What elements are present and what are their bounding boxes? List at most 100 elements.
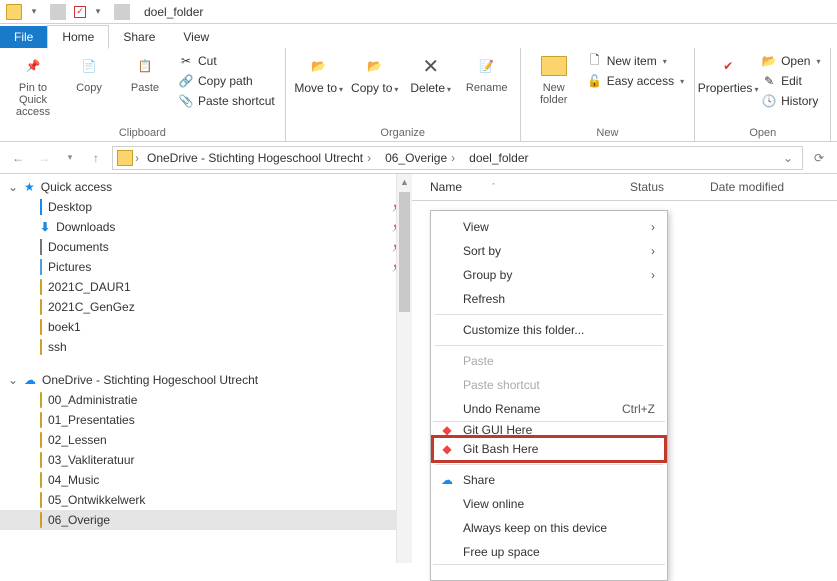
view-tab[interactable]: View <box>169 26 223 48</box>
collapse-icon[interactable]: ⌄ <box>8 180 18 194</box>
qat-checkbox-icon[interactable]: ✓ <box>74 6 86 18</box>
item-label: boek1 <box>48 320 81 334</box>
nav-item[interactable]: ⬇Downloads📌 <box>0 217 412 237</box>
rename-icon: 📝 <box>473 52 501 80</box>
menu-share[interactable]: ☁Share <box>433 468 665 492</box>
nav-item[interactable]: 02_Lessen <box>0 430 412 450</box>
item-label: 01_Presentaties <box>48 413 135 427</box>
menu-git-bash[interactable]: ◆Git Bash Here <box>433 437 665 461</box>
copy-to-icon: 📂 <box>361 52 389 80</box>
nav-item[interactable]: 2021C_DAUR1 <box>0 277 412 297</box>
menu-view-online[interactable]: View online <box>433 492 665 516</box>
menu-refresh[interactable]: Refresh <box>433 287 665 311</box>
properties-button[interactable]: ✔ Properties▾ <box>703 52 753 95</box>
home-tab[interactable]: Home <box>47 25 109 49</box>
item-label: ssh <box>48 340 67 354</box>
move-icon: 📂 <box>305 52 333 80</box>
move-to-button[interactable]: 📂 Move to▾ <box>294 52 344 95</box>
window-title: doel_folder <box>140 5 203 19</box>
nav-item[interactable]: 01_Presentaties <box>0 410 412 430</box>
new-folder-button[interactable]: New folder <box>529 52 579 106</box>
nav-item[interactable]: ssh <box>0 337 412 357</box>
delete-icon: ✕ <box>417 52 445 80</box>
scroll-up-icon[interactable]: ▲ <box>397 174 412 190</box>
delete-button[interactable]: ✕ Delete▾ <box>406 52 456 95</box>
menu-view[interactable]: View› <box>433 215 665 239</box>
scroll-thumb[interactable] <box>399 192 410 312</box>
copy-path-button[interactable]: 🔗Copy path <box>176 72 277 90</box>
copy-button[interactable]: 📄 Copy <box>64 52 114 94</box>
menu-free-up[interactable]: Free up space <box>433 540 665 564</box>
nav-item[interactable]: 04_Music <box>0 470 412 490</box>
collapse-icon[interactable]: ⌄ <box>8 373 18 387</box>
address-dropdown-icon[interactable]: ⌄ <box>778 151 798 165</box>
scrollbar[interactable]: ▲ <box>396 174 412 563</box>
cut-button[interactable]: ✂Cut <box>176 52 277 70</box>
forward-button[interactable]: → <box>34 148 54 168</box>
menu-customize[interactable]: Customize this folder... <box>433 318 665 342</box>
cloud-icon: ☁ <box>24 373 36 387</box>
menu-git-gui[interactable]: ◆Git GUI Here <box>433 421 665 437</box>
item-label: Desktop <box>48 200 92 214</box>
breadcrumb[interactable]: › OneDrive - Stichting Hogeschool Utrech… <box>112 146 803 170</box>
menu-undo-rename[interactable]: Undo RenameCtrl+Z <box>433 397 665 421</box>
menu-paste-shortcut: Paste shortcut <box>433 373 665 397</box>
folder-icon <box>40 493 42 507</box>
menu-always-keep[interactable]: Always keep on this device <box>433 516 665 540</box>
edit-button[interactable]: ✎Edit <box>759 72 822 90</box>
nav-item[interactable]: 00_Administratie <box>0 390 412 410</box>
nav-item[interactable]: 2021C_GenGez <box>0 297 412 317</box>
column-date[interactable]: Date modified <box>710 180 819 194</box>
qat-dropdown2-icon[interactable]: ▾ <box>90 4 106 20</box>
group-label: Organize <box>380 125 425 139</box>
breadcrumb-segment[interactable]: OneDrive - Stichting Hogeschool Utrecht› <box>141 151 377 165</box>
nav-item[interactable]: 06_Overige <box>0 510 412 530</box>
new-item-button[interactable]: 🗋New item▾ <box>585 52 686 70</box>
copy-to-button[interactable]: 📂 Copy to▾ <box>350 52 400 95</box>
pin-quick-access-button[interactable]: 📌 Pin to Quick access <box>8 52 58 118</box>
easy-access-button[interactable]: 🔓Easy access▾ <box>585 72 686 90</box>
nav-item[interactable]: Desktop📌 <box>0 197 412 217</box>
menu-sort-by[interactable]: Sort by› <box>433 239 665 263</box>
quick-access-section[interactable]: ⌄ ★ Quick access <box>0 174 412 197</box>
scissors-icon: ✂ <box>178 53 194 69</box>
shortcut-icon: 📎 <box>178 93 194 109</box>
folder-icon <box>40 453 42 467</box>
rename-button[interactable]: 📝 Rename <box>462 52 512 94</box>
section-label: Quick access <box>41 180 112 194</box>
refresh-button[interactable]: ⟳ <box>809 151 829 165</box>
chevron-right-icon: › <box>651 268 655 282</box>
back-button[interactable]: ← <box>8 148 28 168</box>
paste-button[interactable]: 📋 Paste <box>120 52 170 94</box>
nav-item[interactable]: 05_Ontwikkelwerk <box>0 490 412 510</box>
breadcrumb-segment[interactable]: doel_folder <box>463 151 534 165</box>
menu-overflow <box>433 564 665 576</box>
share-tab[interactable]: Share <box>109 26 169 48</box>
nav-item[interactable]: Documents📌 <box>0 237 412 257</box>
paste-shortcut-button[interactable]: 📎Paste shortcut <box>176 92 277 110</box>
item-label: 06_Overige <box>48 513 110 527</box>
chevron-right-icon: › <box>651 244 655 258</box>
column-status[interactable]: Status <box>630 180 710 194</box>
item-label: 05_Ontwikkelwerk <box>48 493 145 507</box>
item-icon: ⬇ <box>40 220 50 234</box>
item-icon <box>40 320 42 334</box>
history-button[interactable]: 🕓History <box>759 92 822 110</box>
nav-item[interactable]: Pictures📌 <box>0 257 412 277</box>
folder-icon <box>40 393 42 407</box>
breadcrumb-segment[interactable]: 06_Overige› <box>379 151 461 165</box>
new-item-icon: 🗋 <box>587 53 603 69</box>
up-button[interactable]: ↑ <box>86 148 106 168</box>
recent-dropdown[interactable]: ▾ <box>60 148 80 168</box>
qat-dropdown-icon[interactable]: ▾ <box>26 4 42 20</box>
menu-group-by[interactable]: Group by› <box>433 263 665 287</box>
column-headers: Nameˆ Status Date modified <box>412 174 837 201</box>
folder-icon <box>6 4 22 20</box>
nav-item[interactable]: boek1 <box>0 317 412 337</box>
nav-item[interactable]: 03_Vakliteratuur <box>0 450 412 470</box>
open-button[interactable]: 📂Open▾ <box>759 52 822 70</box>
onedrive-section[interactable]: ⌄ ☁ OneDrive - Stichting Hogeschool Utre… <box>0 367 412 390</box>
file-tab[interactable]: File <box>0 26 47 48</box>
git-icon: ◆ <box>439 422 455 438</box>
column-name[interactable]: Nameˆ <box>430 180 630 194</box>
